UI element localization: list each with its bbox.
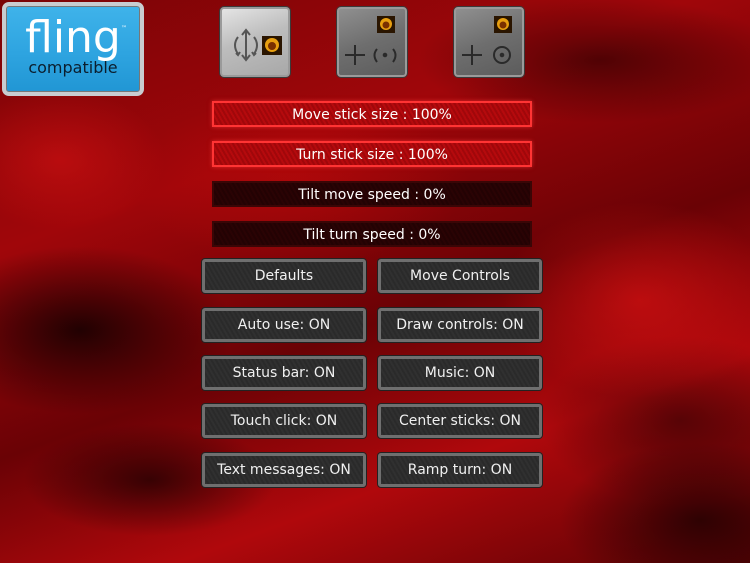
fire-button-icon	[377, 16, 395, 33]
move-controls-button[interactable]: Move Controls	[378, 259, 542, 293]
logo-trademark: ™	[121, 25, 127, 32]
status-bar-toggle[interactable]: Status bar: ON	[202, 356, 366, 390]
control-mode-circle-button[interactable]	[454, 7, 524, 77]
text-messages-toggle[interactable]: Text messages: ON	[202, 453, 366, 487]
tilt-turn-speed-slider[interactable]: Tilt turn speed : 0%	[212, 221, 532, 247]
ramp-turn-toggle[interactable]: Ramp turn: ON	[378, 453, 542, 487]
turn-arrows-icon	[373, 48, 397, 63]
defaults-button[interactable]: Defaults	[202, 259, 366, 293]
rotate-arrows-icon	[234, 28, 258, 62]
control-mode-tilt-button[interactable]	[220, 7, 290, 77]
auto-use-toggle[interactable]: Auto use: ON	[202, 308, 366, 342]
touch-click-toggle[interactable]: Touch click: ON	[202, 404, 366, 438]
circle-stick-icon	[493, 46, 511, 64]
fire-button-icon	[262, 36, 282, 55]
move-cross-icon	[345, 45, 365, 65]
control-mode-sticks-button[interactable]	[337, 7, 407, 77]
move-cross-icon	[462, 45, 482, 65]
fling-compatible-logo: fling ™ compatible	[2, 2, 144, 96]
move-stick-size-slider[interactable]: Move stick size : 100%	[212, 101, 532, 127]
music-toggle[interactable]: Music: ON	[378, 356, 542, 390]
draw-controls-toggle[interactable]: Draw controls: ON	[378, 308, 542, 342]
turn-stick-size-slider[interactable]: Turn stick size : 100%	[212, 141, 532, 167]
fire-button-icon	[494, 16, 512, 33]
tilt-move-speed-slider[interactable]: Tilt move speed : 0%	[212, 181, 532, 207]
logo-main-text: fling	[25, 12, 121, 63]
center-sticks-toggle[interactable]: Center sticks: ON	[378, 404, 542, 438]
